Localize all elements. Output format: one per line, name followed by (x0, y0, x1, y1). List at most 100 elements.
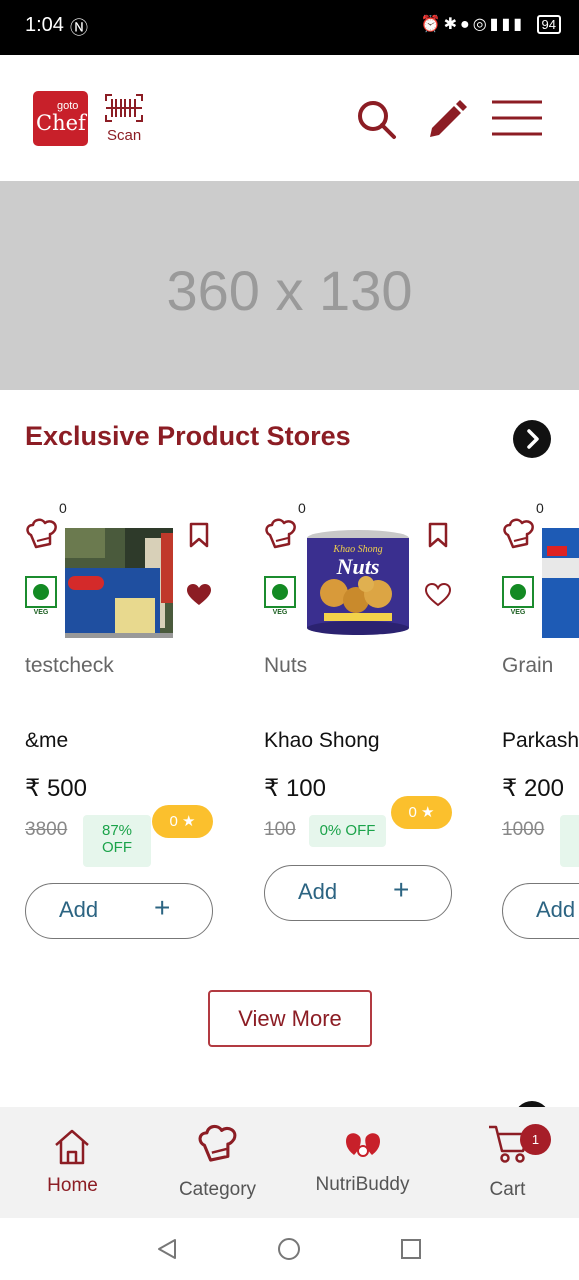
rating-badge: 0 ★ (391, 796, 452, 829)
signal-icon: ▮▮▮ (489, 16, 526, 33)
product-price: ₹ 100 (264, 775, 326, 802)
app-header: goto Chef Scan (0, 55, 579, 181)
banner-placeholder-text: 360 x 130 (166, 259, 413, 322)
plus-icon: + (393, 874, 410, 905)
add-label: Add (536, 897, 576, 922)
view-more-button[interactable]: View More (208, 990, 372, 1047)
gotochef-logo[interactable]: goto Chef (33, 91, 88, 146)
veg-box (502, 576, 534, 608)
product-card[interactable]: 0 VEG testcheck &me ₹ 500 0 ★ 3800 87% O… (25, 495, 225, 945)
veg-badge: VEG (264, 576, 296, 616)
product-brand: Khao Shong (264, 729, 380, 752)
pasta-product-photo (65, 528, 173, 638)
product-mrp: 1000 (502, 819, 545, 840)
location-icon: ● (460, 16, 473, 33)
hamburger-menu-button[interactable] (491, 99, 543, 142)
add-label: Add (298, 879, 338, 904)
veg-label: VEG (272, 609, 288, 616)
nav-home[interactable]: Home (0, 1107, 145, 1218)
heart-filled-icon[interactable] (186, 583, 212, 607)
battery-icon: 94 (536, 15, 561, 34)
product-brand: Parkash (502, 729, 579, 752)
product-card[interactable]: 0 VEG Khao Shong Nuts Nuts Khao Shong ₹ … (264, 495, 464, 945)
barcode-scan-icon (105, 94, 143, 122)
chef-hat-icon[interactable] (25, 517, 59, 551)
product-mrp: 100 (264, 819, 296, 840)
veg-box (25, 576, 57, 608)
chevron-right-icon (527, 429, 539, 449)
nfc-icon: Ⓝ (70, 18, 88, 38)
product-brand: &me (25, 729, 69, 752)
product-category: Grain (502, 654, 554, 677)
product-mrp: 3800 (25, 819, 68, 840)
cart-count: 0 (59, 500, 67, 516)
home-circle-icon[interactable] (277, 1237, 301, 1261)
veg-dot (33, 584, 49, 600)
product-image[interactable] (65, 528, 173, 638)
chef-hat-icon (198, 1124, 237, 1162)
product-image[interactable] (542, 528, 579, 638)
chef-hat-icon[interactable] (264, 517, 298, 551)
battery-level: 94 (541, 17, 556, 32)
alarm-icon: ⏰ (420, 16, 444, 33)
edit-button[interactable] (426, 99, 468, 146)
system-navigation-bar (0, 1218, 579, 1280)
nav-category[interactable]: Category (145, 1107, 290, 1218)
add-to-cart-button[interactable]: Add + (264, 865, 452, 921)
bookmark-icon[interactable] (188, 522, 210, 548)
search-button[interactable] (356, 99, 398, 146)
nuts-can-photo: Khao Shong Nuts (304, 528, 412, 638)
plus-icon: + (154, 892, 171, 923)
veg-dot (510, 584, 526, 600)
scan-label: Scan (107, 127, 142, 144)
product-card[interactable]: 0 VEG Grain Parkash ₹ 200 1000 Add (502, 495, 579, 945)
nav-home-label: Home (47, 1175, 98, 1196)
veg-label: VEG (33, 609, 49, 616)
status-time: 1:04 (25, 14, 64, 36)
status-icons: ⏰✱●◎▮▮▮ 94 (421, 14, 561, 34)
hamburger-icon (492, 100, 542, 136)
veg-label: VEG (510, 609, 526, 616)
logo-chef-text: Chef (36, 111, 86, 135)
product-category: testcheck (25, 654, 114, 677)
veg-badge: VEG (25, 576, 57, 616)
add-label: Add (59, 897, 99, 922)
cart-count-badge: 1 (520, 1124, 551, 1155)
can-title-text: Nuts (336, 554, 380, 579)
discount-badge: 87% OFF (83, 815, 151, 867)
bookmark-icon[interactable] (427, 522, 449, 548)
cart-count: 0 (536, 500, 544, 516)
chef-hat-icon[interactable] (502, 517, 536, 551)
add-to-cart-button[interactable]: Add (502, 883, 579, 939)
heart-outline-icon[interactable] (425, 583, 451, 607)
nutribuddy-icon (346, 1133, 380, 1157)
nav-cart-label: Cart (489, 1179, 526, 1200)
section-next-button[interactable] (513, 420, 551, 458)
section-title: Exclusive Product Stores (25, 421, 351, 451)
add-to-cart-button[interactable]: Add + (25, 883, 213, 939)
nav-nutribuddy[interactable]: NutriBuddy (290, 1107, 435, 1218)
hotspot-icon: ◎ (472, 16, 490, 33)
status-bar: 1:04 Ⓝ ⏰✱●◎▮▮▮ 94 (0, 0, 579, 55)
product-category: Nuts (264, 654, 308, 677)
cart-count: 0 (298, 500, 306, 516)
nav-cart[interactable]: Cart (435, 1107, 579, 1218)
nav-nutribuddy-label: NutriBuddy (315, 1174, 410, 1195)
veg-dot (272, 584, 288, 600)
veg-badge: VEG (502, 576, 534, 616)
promo-banner[interactable]: 360 x 130 (0, 181, 579, 390)
home-icon (55, 1129, 89, 1165)
bottom-navigation: Home Category NutriBuddy Cart (0, 1107, 579, 1218)
product-image[interactable]: Khao Shong Nuts (304, 528, 412, 638)
recents-icon[interactable] (400, 1238, 422, 1260)
search-icon (358, 101, 396, 139)
bluetooth-icon: ✱ (443, 16, 461, 33)
pencil-icon (430, 100, 467, 137)
product-price: ₹ 200 (502, 775, 564, 802)
nav-category-label: Category (178, 1179, 257, 1200)
scan-button[interactable]: Scan (104, 93, 146, 145)
rating-badge: 0 ★ (152, 805, 213, 838)
discount-badge: 0% OFF (309, 815, 386, 847)
discount-badge (560, 815, 579, 867)
back-icon[interactable] (155, 1237, 179, 1261)
